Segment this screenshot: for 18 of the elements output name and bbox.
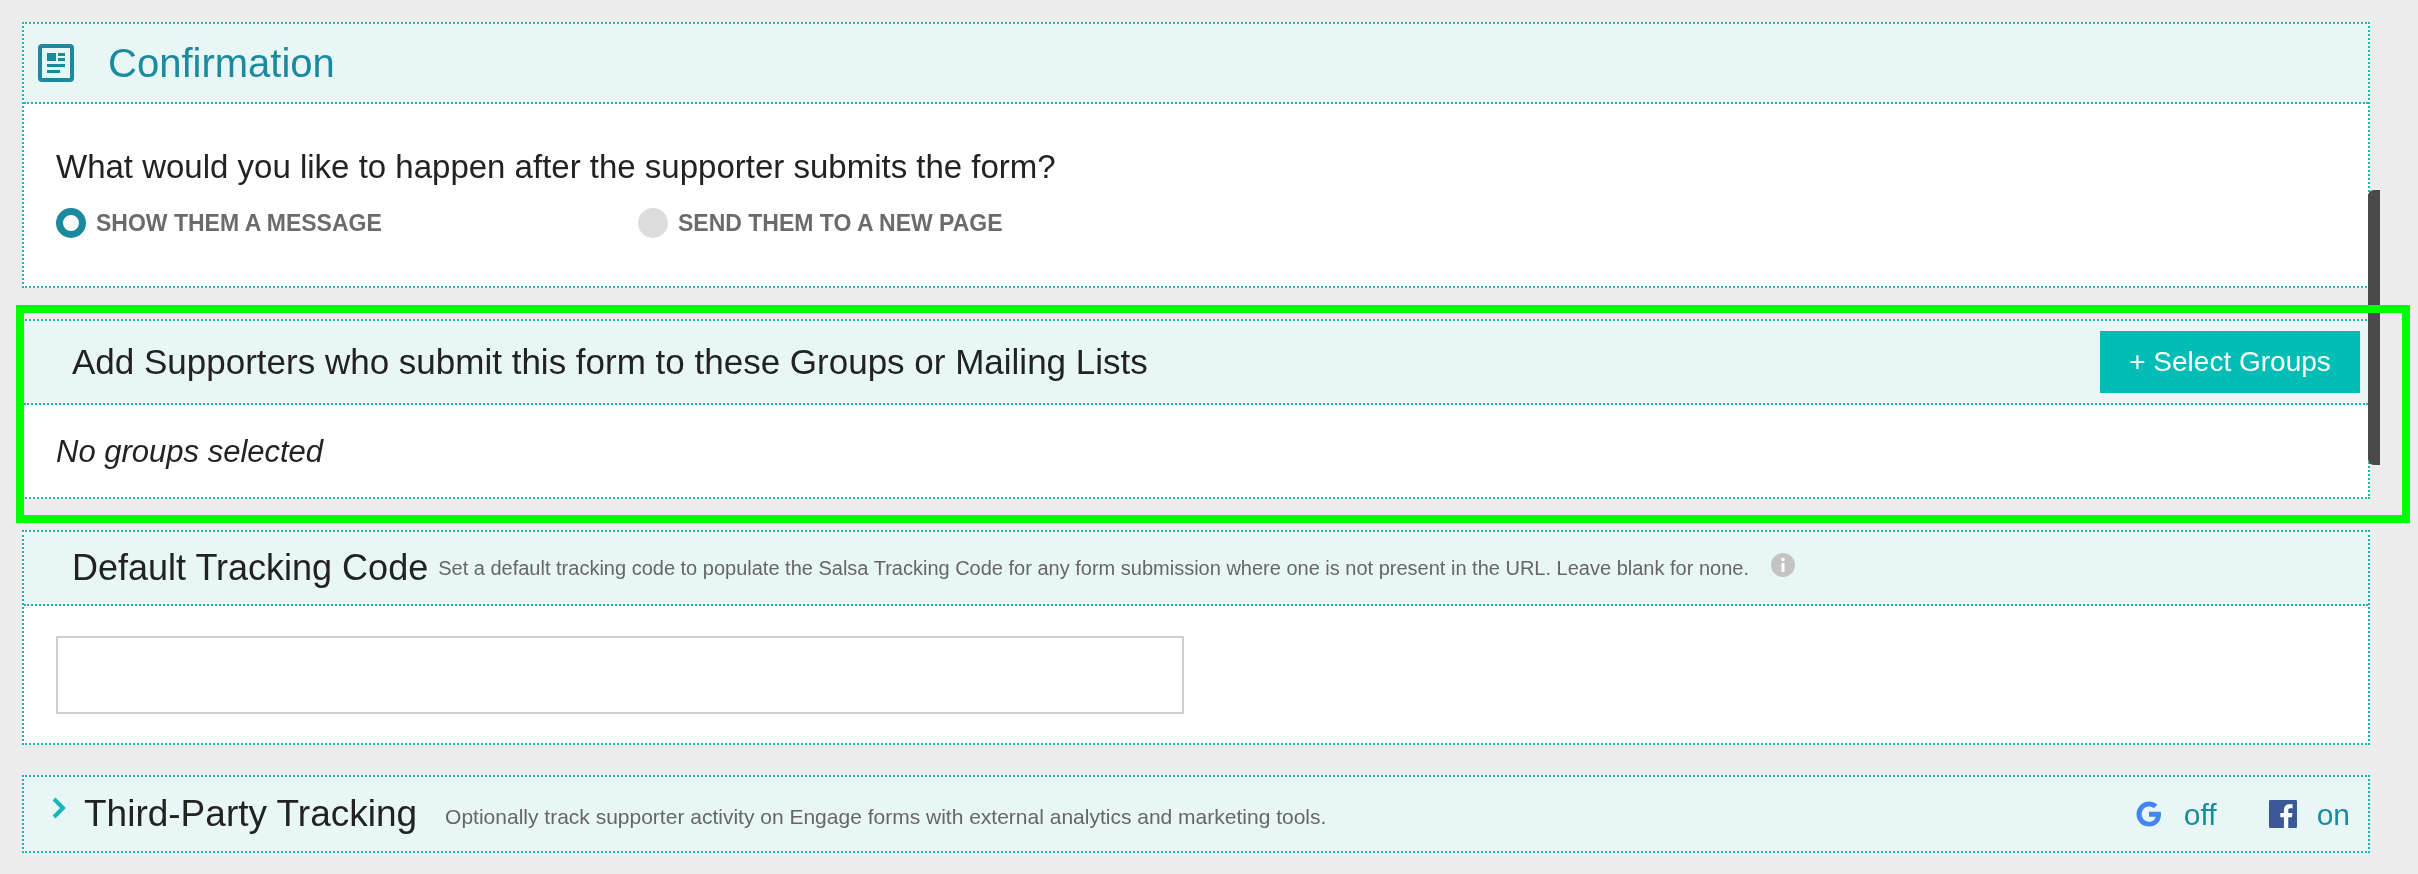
- facebook-icon: [2268, 800, 2297, 828]
- tracking-code-field[interactable]: [56, 636, 1184, 714]
- section-title: Third-Party Tracking: [84, 792, 418, 837]
- section-description: Set a default tracking code to populate the Salsa Tracking Code for any form submission where one is not present in the URL. Leave blank for none.: [438, 556, 1749, 581]
- status-text: on: [2316, 796, 2350, 833]
- status-text: off: [2183, 796, 2217, 833]
- radio-option[interactable]: SEND THEM TO A NEW PAGE: [638, 205, 1003, 240]
- section-title: Add Supporters who submit this form to these Groups or Mailing Lists: [72, 340, 1148, 383]
- panel-title: Confirmation: [108, 40, 335, 87]
- radio-option[interactable]: SHOW THEM A MESSAGE: [56, 205, 638, 240]
- section-title: Default Tracking Code: [72, 546, 429, 590]
- info-icon: [1770, 553, 1795, 577]
- question-text: What would you like to happen after the supporter submits the form?: [56, 147, 1057, 187]
- scrollbar-thumb[interactable]: [2368, 190, 2380, 465]
- chevron-right-icon[interactable]: [52, 797, 66, 819]
- form-icon: [38, 44, 74, 82]
- empty-message: No groups selected: [55, 433, 325, 471]
- section-description: Optionally track supporter activity on Engage forms with external analytics and marketing tools.: [445, 804, 1327, 831]
